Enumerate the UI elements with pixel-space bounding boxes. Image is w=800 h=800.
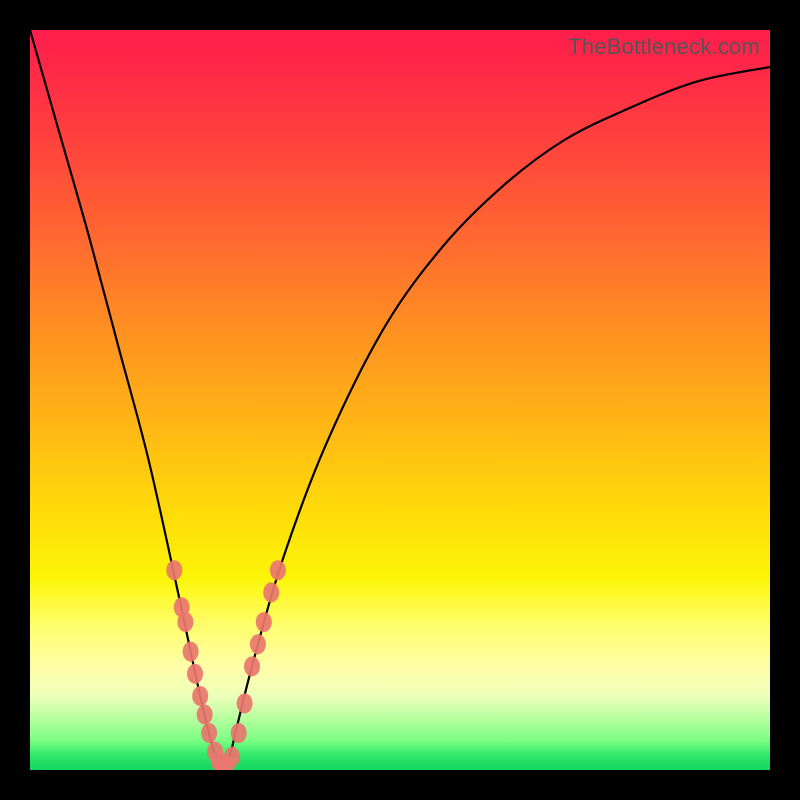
sample-point [231,723,247,743]
sample-point [197,705,213,725]
sample-points-group [166,560,286,770]
sample-point [177,612,193,632]
sample-point [166,560,182,580]
sample-point [201,723,217,743]
sample-point [183,642,199,662]
chart-frame: TheBottleneck.com [0,0,800,800]
sample-point [250,634,266,654]
sample-point [256,612,272,632]
sample-point [192,686,208,706]
sample-point [244,656,260,676]
bottleneck-curve-path [30,30,770,766]
curve-layer [30,30,770,770]
sample-point [270,560,286,580]
sample-point [224,747,240,767]
sample-point [187,664,203,684]
sample-point [237,693,253,713]
plot-area: TheBottleneck.com [30,30,770,770]
sample-point [263,582,279,602]
